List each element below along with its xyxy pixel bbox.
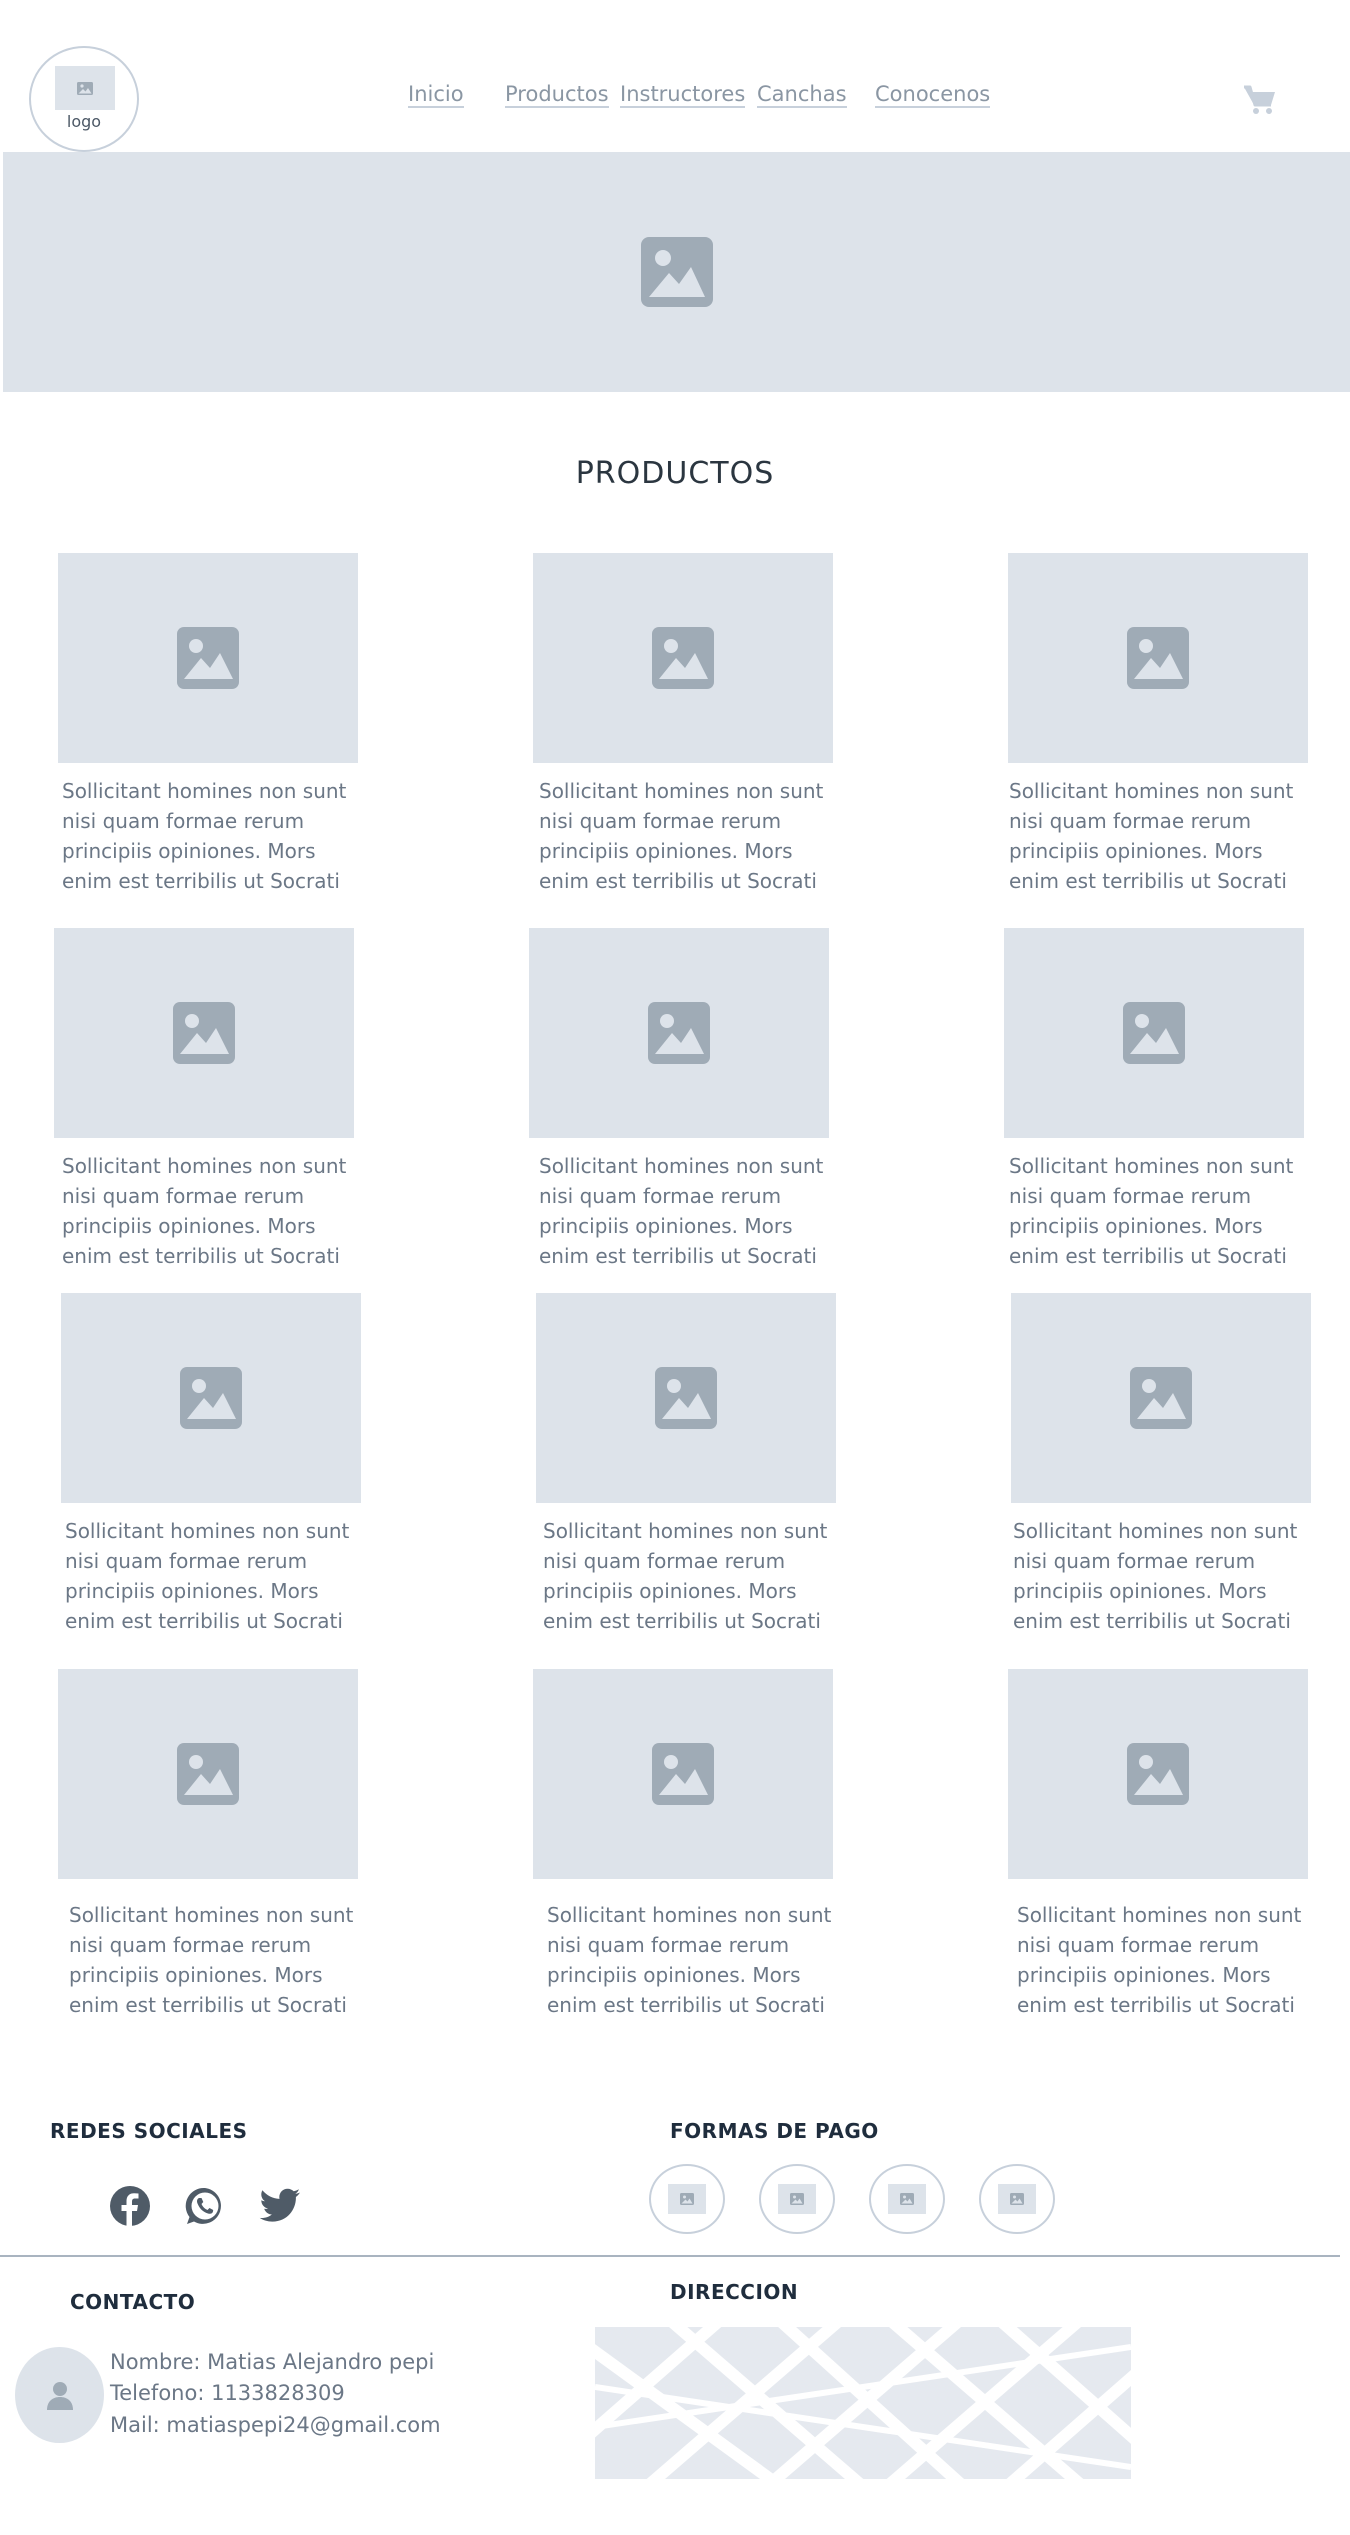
contact-title: CONTACTO xyxy=(70,2290,196,2314)
image-placeholder-icon xyxy=(655,1367,717,1429)
logo-label: logo xyxy=(66,112,102,131)
product-image[interactable] xyxy=(1004,928,1304,1138)
map-placeholder[interactable] xyxy=(595,2327,1131,2479)
user-icon xyxy=(46,2382,73,2410)
payment-method[interactable] xyxy=(979,2164,1055,2234)
image-icon xyxy=(77,81,93,95)
payment-title: FORMAS DE PAGO xyxy=(670,2119,879,2143)
shopping-cart-icon[interactable] xyxy=(1243,84,1277,116)
nav-conocenos[interactable]: Conocenos xyxy=(875,84,991,108)
image-placeholder-icon xyxy=(1130,1367,1192,1429)
product-image[interactable] xyxy=(529,928,829,1138)
image-placeholder-icon xyxy=(177,627,239,689)
twitter-icon[interactable] xyxy=(259,2188,301,2224)
product-image[interactable] xyxy=(536,1293,836,1503)
contact-mail[interactable]: Mail: matiaspepi24@gmail.com xyxy=(110,2413,441,2437)
payment-logo-placeholder xyxy=(998,2184,1036,2214)
payment-logo-placeholder xyxy=(888,2184,926,2214)
image-placeholder-icon xyxy=(1123,1002,1185,1064)
product-description: Sollicitant homines non sunt nisi quam f… xyxy=(1009,779,1294,893)
product-description: Sollicitant homines non sunt nisi quam f… xyxy=(1017,1903,1302,2017)
payment-method[interactable] xyxy=(869,2164,945,2234)
product-description: Sollicitant homines non sunt nisi quam f… xyxy=(539,779,824,893)
product-description: Sollicitant homines non sunt nisi quam f… xyxy=(69,1903,354,2017)
image-placeholder-icon xyxy=(1127,627,1189,689)
social-title: REDES SOCIALES xyxy=(50,2119,248,2143)
payment-method[interactable] xyxy=(759,2164,835,2234)
whatsapp-icon[interactable] xyxy=(185,2186,225,2226)
product-description: Sollicitant homines non sunt nisi quam f… xyxy=(62,1154,347,1268)
nav-canchas[interactable]: Canchas xyxy=(757,84,847,108)
product-description: Sollicitant homines non sunt nisi quam f… xyxy=(543,1519,828,1633)
hero-banner xyxy=(3,152,1350,392)
image-placeholder-icon xyxy=(640,237,713,307)
image-placeholder-icon xyxy=(652,627,714,689)
facebook-icon[interactable] xyxy=(110,2186,150,2226)
product-image[interactable] xyxy=(533,553,833,763)
product-image[interactable] xyxy=(1008,553,1308,763)
nav-instructores[interactable]: Instructores xyxy=(620,84,746,108)
product-image[interactable] xyxy=(1008,1669,1308,1879)
image-placeholder-icon xyxy=(177,1743,239,1805)
contact-name: Nombre: Matias Alejandro pepi xyxy=(110,2350,435,2374)
product-description: Sollicitant homines non sunt nisi quam f… xyxy=(62,779,347,893)
product-description: Sollicitant homines non sunt nisi quam f… xyxy=(547,1903,832,2017)
image-icon xyxy=(680,2193,694,2205)
contact-phone: Telefono: 1133828309 xyxy=(110,2381,345,2405)
product-image[interactable] xyxy=(533,1669,833,1879)
image-placeholder-icon xyxy=(1127,1743,1189,1805)
payment-method[interactable] xyxy=(649,2164,725,2234)
logo[interactable]: logo xyxy=(29,46,139,152)
product-image[interactable] xyxy=(61,1293,361,1503)
footer-divider xyxy=(0,2255,1340,2257)
product-description: Sollicitant homines non sunt nisi quam f… xyxy=(1013,1519,1298,1633)
logo-image-placeholder xyxy=(55,66,115,110)
avatar xyxy=(15,2347,104,2443)
product-description: Sollicitant homines non sunt nisi quam f… xyxy=(65,1519,350,1633)
product-image[interactable] xyxy=(58,1669,358,1879)
image-placeholder-icon xyxy=(173,1002,235,1064)
product-image[interactable] xyxy=(54,928,354,1138)
image-icon xyxy=(1010,2193,1024,2205)
payment-logo-placeholder xyxy=(668,2184,706,2214)
product-image[interactable] xyxy=(58,553,358,763)
nav-inicio[interactable]: Inicio xyxy=(408,84,464,108)
nav-productos[interactable]: Productos xyxy=(505,84,609,108)
payment-logo-placeholder xyxy=(778,2184,816,2214)
address-title: DIRECCION xyxy=(670,2280,799,2304)
product-description: Sollicitant homines non sunt nisi quam f… xyxy=(1009,1154,1294,1268)
image-placeholder-icon xyxy=(648,1002,710,1064)
image-placeholder-icon xyxy=(180,1367,242,1429)
image-icon xyxy=(900,2193,914,2205)
product-image[interactable] xyxy=(1011,1293,1311,1503)
image-placeholder-icon xyxy=(652,1743,714,1805)
image-icon xyxy=(790,2193,804,2205)
products-title: PRODUCTOS xyxy=(575,456,775,491)
product-description: Sollicitant homines non sunt nisi quam f… xyxy=(539,1154,824,1268)
